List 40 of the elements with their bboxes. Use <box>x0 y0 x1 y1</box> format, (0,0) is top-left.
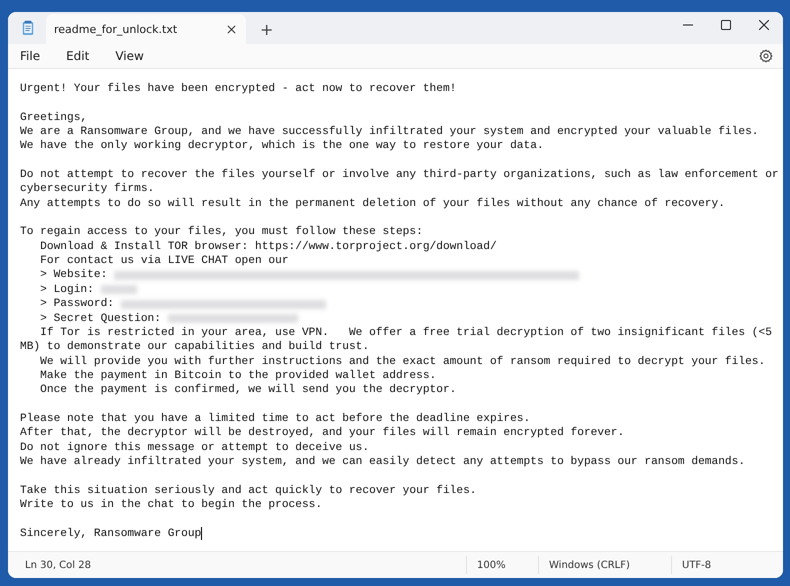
text-line: > Website: <box>39 268 108 283</box>
menu-item[interactable]: File <box>18 49 40 63</box>
notepad-icon <box>22 20 34 36</box>
text-line: > Secret Question: <box>39 312 162 326</box>
new-tab-button[interactable]: + <box>254 20 280 39</box>
text-line: To regain access to your files, you must follow these steps: <box>20 225 423 240</box>
text-line: We will provide you with further instructions and the exact amount of ransom required to decrypt your files. <box>39 354 766 369</box>
text-line: > Password: <box>39 297 115 312</box>
text-line: We have already infiltrated your system, and we can easily detect any attempts to bypass our ransom demands. <box>20 454 746 470</box>
text-line: Please note that you have a limited time to act before the deadline expires. <box>20 412 530 426</box>
text-line: Take this situation seriously and act quickly to recover your files. <box>20 484 477 498</box>
encoding[interactable]: UTF-8 <box>672 560 783 570</box>
file-tab[interactable]: readme_for_unlock.txt <box>46 14 246 44</box>
text-line: We have the only working decryptor, which is the one way to restore your data. <box>20 139 544 154</box>
text-line: After that, the decryptor will be destroyed, and your files will remain encrypted forever. <box>20 426 624 441</box>
text-line: Write to us in the chat to begin the process. <box>20 498 322 512</box>
text-line: Sincerely, Ransomware Group <box>20 526 202 541</box>
menu-item[interactable]: Edit <box>64 49 90 63</box>
text-line: Make the payment in Bitcoin to the provided wallet address. <box>39 368 436 384</box>
line-ending[interactable]: Windows (CRLF) <box>539 560 671 570</box>
close-icon[interactable] <box>759 20 769 30</box>
maximize-icon[interactable] <box>721 20 731 30</box>
settings-icon[interactable] <box>759 49 773 63</box>
text-line: Download & Install TOR browser: https://www.torproject.org/download/ <box>39 240 497 254</box>
close-icon[interactable] <box>227 24 236 34</box>
text-line: Do not ignore this message or attempt to deceive us. <box>20 440 370 455</box>
text-line: MB) to demonstrate our capabilities and build trust. <box>20 340 370 355</box>
text-line: We are a Ransomware Group, and we have successfully infiltrated your system and encrypted your valuable files. <box>20 125 758 140</box>
zoom-level[interactable]: 100% <box>467 560 538 570</box>
text-line: If Tor is restricted in your area, use VPN. We offer a free trial decryption of two insignificant files (<5 <box>39 326 772 340</box>
text-line: Do not attempt to recover the files yourself or involve any third-party organizations, such as law enforcement or <box>20 168 779 182</box>
text-line: Urgent! Your files have been encrypted - act now to recover them! <box>20 82 456 96</box>
text-line: > Login: <box>39 282 95 298</box>
cursor-position: Ln 30, Col 28 <box>24 560 92 570</box>
text-line: Once the payment is confirmed, we will send you the decryptor. <box>39 383 456 398</box>
text-line: Any attempts to do so will result in the permanent deletion of your files without any chance of recovery. <box>20 196 725 212</box>
menu-item[interactable]: View <box>113 49 144 63</box>
text-line: For contact us via LIVE CHAT open our <box>39 254 289 268</box>
text-line: Greetings, <box>20 110 88 126</box>
text-line: cybersecurity firms. <box>20 182 154 197</box>
